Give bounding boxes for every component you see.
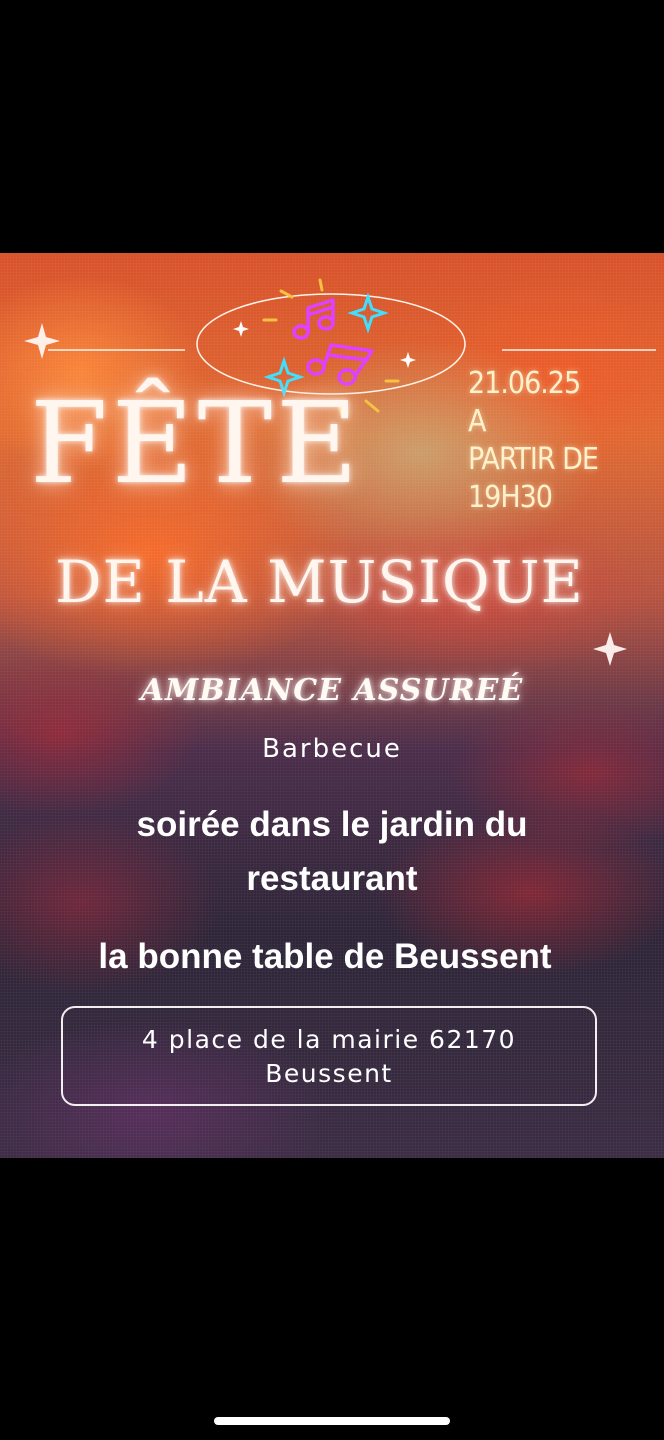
event-title-subline: DE LA MUSIQUE [55, 548, 584, 616]
sparkle-icon [400, 352, 416, 368]
time-prefix-2: PARTIR DE [468, 442, 599, 477]
address-line-1: 4 place de la mairie 62170 [141, 1025, 517, 1054]
venue-name: la bonne table de Beussent [98, 937, 552, 976]
sparkle-icon [593, 632, 627, 666]
subtitle: Barbecue [262, 734, 402, 764]
screen: FÊTE DE LA MUSIQUE 21.06.25 A PARTIR DE … [0, 0, 664, 1440]
address-box: 4 place de la mairie 62170 Beussent [61, 1006, 597, 1106]
sparkle-icon [347, 292, 389, 334]
event-time: 19H30 [468, 480, 553, 515]
sparkle-icon [233, 321, 249, 337]
event-title: FÊTE [30, 379, 362, 509]
sparkle-icon [24, 323, 60, 359]
date-time-block: 21.06.25 A PARTIR DE 19H30 [468, 365, 658, 517]
music-notes-icon [292, 298, 374, 386]
address-line-2: Beussent [265, 1059, 393, 1088]
description: soirée dans le jardin du restaurant [136, 805, 528, 898]
event-poster: FÊTE DE LA MUSIQUE 21.06.25 A PARTIR DE … [0, 253, 664, 1158]
time-prefix: A [468, 404, 486, 439]
event-date: 21.06.25 [468, 366, 581, 401]
home-indicator[interactable] [214, 1417, 450, 1425]
tagline: AMBIANCE ASSUREÉ [140, 673, 524, 708]
